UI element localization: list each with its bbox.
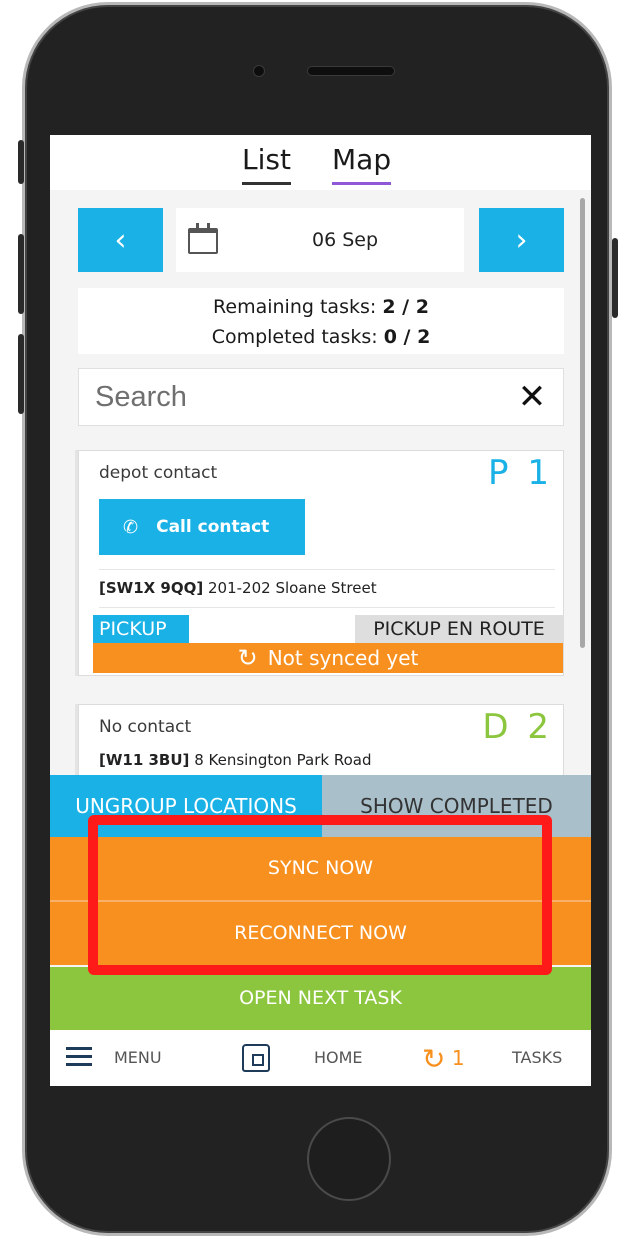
card-divider <box>99 607 555 608</box>
remaining-label: Remaining tasks: <box>213 296 377 318</box>
task-address: [SW1X 9QQ] 201-202 Sloane Street <box>99 579 377 597</box>
task-postcode: [W11 3BU] <box>99 751 190 769</box>
search-input[interactable] <box>95 369 495 425</box>
completed-tasks: Completed tasks: 0 / 2 <box>78 322 564 352</box>
task-card[interactable]: No contact D 2 [W11 3BU] 8 Kensington Pa… <box>78 704 564 775</box>
task-address: [W11 3BU] 8 Kensington Park Road <box>99 751 372 769</box>
completed-value: 0 / 2 <box>383 326 431 348</box>
volume-down-button <box>18 334 24 414</box>
nav-home-label[interactable]: HOME <box>314 1030 363 1086</box>
sync-status-bar: ↻ Not synced yet <box>93 643 563 673</box>
task-stats: Remaining tasks: 2 / 2 Completed tasks: … <box>78 288 564 354</box>
task-code: P 1 <box>488 453 553 493</box>
front-camera <box>253 65 265 77</box>
volume-up-button <box>18 234 24 314</box>
task-code: D 2 <box>482 707 553 747</box>
task-list-scroll[interactable]: ‹ 06 Sep › Remaining tasks: 2 / 2 Comple… <box>50 190 591 775</box>
sync-icon: ↻ <box>237 644 258 672</box>
power-button <box>612 238 618 318</box>
task-status-badge: PICKUP EN ROUTE <box>355 615 563 643</box>
task-contact: No contact <box>99 717 192 737</box>
close-icon[interactable]: ✕ <box>515 379 549 415</box>
chevron-right-icon: › <box>515 222 528 258</box>
earpiece-speaker <box>307 66 395 76</box>
date-picker[interactable]: 06 Sep <box>176 208 464 272</box>
bottom-navigation: MENU HOME ↻ 1 TASKS <box>50 1030 591 1086</box>
current-date: 06 Sep <box>311 229 379 251</box>
task-card[interactable]: depot contact P 1 ✆ Call contact [SW1X 9… <box>78 450 564 676</box>
pending-sync-indicator[interactable]: ↻ 1 <box>422 1030 465 1086</box>
highlight-annotation-box <box>88 815 552 975</box>
search-box: ✕ <box>78 368 564 426</box>
remaining-tasks: Remaining tasks: 2 / 2 <box>78 292 564 322</box>
remaining-value: 2 / 2 <box>382 296 429 318</box>
nav-tasks-label[interactable]: TASKS <box>512 1030 562 1086</box>
mute-switch <box>18 140 24 184</box>
task-postcode: [SW1X 9QQ] <box>99 579 204 597</box>
task-street: 8 Kensington Park Road <box>194 751 372 769</box>
task-type-badge: PICKUP <box>93 615 189 643</box>
tab-list[interactable]: List <box>242 143 291 185</box>
call-contact-label: Call contact <box>156 517 270 537</box>
task-street: 201-202 Sloane Street <box>208 579 377 597</box>
next-day-button[interactable]: › <box>479 208 564 272</box>
call-contact-button[interactable]: ✆ Call contact <box>99 499 305 555</box>
task-contact: depot contact <box>99 463 218 483</box>
scrollbar[interactable] <box>580 198 585 648</box>
home-icon[interactable] <box>242 1044 270 1072</box>
date-navigator: ‹ 06 Sep › <box>78 208 564 272</box>
sync-status-text: Not synced yet <box>267 646 419 670</box>
pending-sync-count: 1 <box>451 1046 465 1070</box>
hardware-home-button[interactable] <box>307 1117 391 1201</box>
nav-menu-label[interactable]: MENU <box>114 1030 162 1086</box>
app-screen: List Map ‹ 06 Sep › Remaining tasks: 2 /… <box>50 135 591 1086</box>
card-divider <box>99 569 555 570</box>
open-next-task-button[interactable]: OPEN NEXT TASK <box>50 967 591 1030</box>
menu-icon[interactable] <box>66 1047 92 1067</box>
view-tabs: List Map <box>50 135 591 190</box>
tab-map[interactable]: Map <box>332 143 392 185</box>
previous-day-button[interactable]: ‹ <box>78 208 163 272</box>
sync-icon: ↻ <box>422 1042 446 1076</box>
completed-label: Completed tasks: <box>211 326 378 348</box>
chevron-left-icon: ‹ <box>114 222 127 258</box>
phone-icon: ✆ <box>123 516 139 538</box>
